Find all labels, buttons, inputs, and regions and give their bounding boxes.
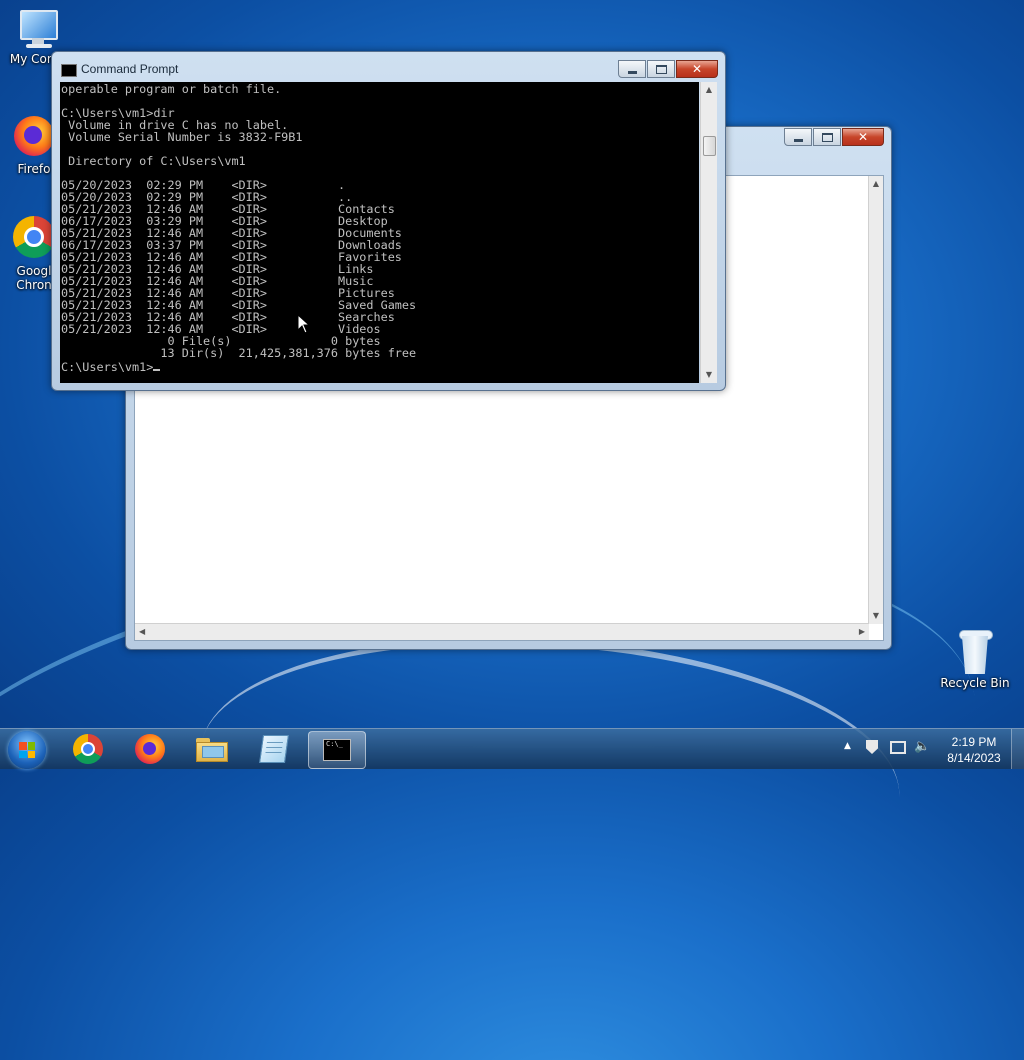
minimize-button[interactable] [618,60,646,78]
notepad-icon [259,735,289,763]
chrome-icon [13,216,55,258]
show-desktop-button[interactable] [1011,729,1024,769]
firefox-icon [135,734,165,764]
command-prompt-icon: C:\_ [323,739,351,761]
minimize-icon [627,70,637,74]
maximize-button[interactable] [813,128,841,146]
scroll-down-arrow[interactable]: ▼ [869,608,883,624]
volume-muted-icon[interactable]: 🔈 [914,739,930,754]
close-icon: ✕ [857,130,869,144]
taskbar-file-explorer[interactable] [184,731,240,767]
horizontal-scrollbar[interactable]: ◀ ▶ [135,623,869,640]
close-button[interactable]: ✕ [676,60,718,78]
text-cursor [153,369,161,371]
scroll-left-arrow[interactable]: ◀ [139,624,145,640]
maximize-button[interactable] [647,60,675,78]
window-controls: ✕ [783,128,884,146]
console-scrollbar[interactable]: ▲ ▼ [700,82,717,383]
desktop-icon-label: Recycle Bin [940,676,1010,690]
computer-icon [18,8,58,52]
clock-time: 2:19 PM [951,735,997,749]
desktop-icon-recycle-bin[interactable]: Recycle Bin [937,630,1013,690]
maximize-icon [821,132,833,142]
console-output-area[interactable]: operable program or batch file. C:\Users… [60,82,699,383]
scroll-up-arrow[interactable]: ▲ [869,176,883,192]
action-center-icon[interactable] [866,740,878,754]
taskbar-chrome[interactable] [60,731,116,767]
taskbar: C:\_ ▲ 🔈 2:19 PM 8/14/2023 [0,728,1024,769]
window-title: Command Prompt [81,62,179,76]
taskbar-notepad[interactable] [246,731,302,767]
title-bar[interactable]: Command Prompt [52,52,612,82]
vertical-scrollbar[interactable]: ▲ ▼ [868,176,883,624]
scroll-down-arrow[interactable]: ▼ [701,367,717,383]
command-prompt-window[interactable]: Command Prompt ✕ operable program or bat… [51,51,726,391]
taskbar-firefox[interactable] [122,731,178,767]
command-prompt-icon [61,64,77,77]
folder-icon [196,736,228,762]
window-controls: ✕ [617,60,718,78]
console-prompt: C:\Users\vm1> [61,360,154,374]
close-icon: ✕ [691,62,703,76]
chrome-icon [73,734,103,764]
start-button[interactable] [8,731,46,769]
windows-logo-icon [19,742,35,758]
recycle-bin-icon [959,630,993,676]
firefox-icon [14,116,54,156]
minimize-icon [793,138,803,142]
console-prompt-line: C:\Users\vm1> [60,360,699,374]
maximize-icon [655,64,667,74]
show-hidden-icons-button[interactable]: ▲ [844,741,851,751]
network-icon[interactable] [890,741,906,754]
taskbar-command-prompt[interactable]: C:\_ [308,731,366,769]
mouse-cursor-icon [297,314,311,334]
minimize-button[interactable] [784,128,812,146]
close-button[interactable]: ✕ [842,128,884,146]
scroll-thumb[interactable] [703,136,716,156]
scroll-up-arrow[interactable]: ▲ [701,82,717,98]
system-clock[interactable]: 2:19 PM 8/14/2023 [938,734,1010,766]
console-output: operable program or batch file. C:\Users… [61,82,417,360]
clock-date: 8/14/2023 [947,751,1001,765]
scroll-right-arrow[interactable]: ▶ [859,624,865,640]
